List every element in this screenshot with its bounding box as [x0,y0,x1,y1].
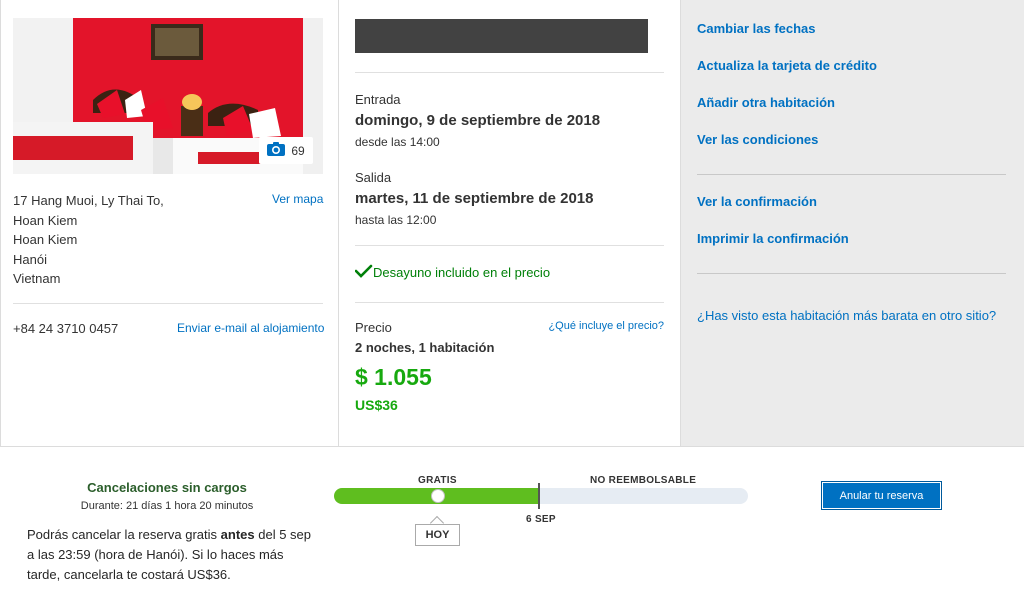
breakfast-text: Desayuno incluido en el precio [373,265,551,280]
address-line: Hoan Kiem [13,212,78,228]
policy-text-start: Podrás cancelar la reserva gratis [27,527,221,542]
cancellation-duration: Durante: 21 días 1 hora 20 minutos [80,500,254,512]
hotel-phone: +84 24 3710 0457 [13,321,119,336]
checkin-label: Entrada [355,92,401,107]
view-map-link[interactable]: Ver mapa [272,192,323,206]
address-line: Vietnam [13,271,61,286]
address-line: Hoan Kiem [13,232,78,247]
checkin-time: desde las 14:00 [355,135,440,149]
hotel-address: 17 Hang Muoi, Ly Thai To, Hoan Kiem Hoan… [13,191,164,289]
price-includes-link[interactable]: ¿Qué incluye el precio? [548,320,664,332]
today-label: HOY [415,524,460,546]
deadline-date-label: 6 SEP [526,514,556,525]
address-line: Hanói [13,251,47,267]
photo-count-text: 69 [291,143,305,158]
free-period-label: GRATIS [418,475,457,486]
camera-icon [267,142,286,159]
checkout-label: Salida [355,170,392,185]
nonrefundable-label: NO REEMBOLSABLE [590,475,697,486]
deadline-tick [538,483,540,509]
today-marker [431,489,445,503]
policy-text-bold: antes [220,527,255,542]
address-line: 17 Hang Muoi, Ly Thai To, [13,193,164,208]
cancellation-title: Cancelaciones sin cargos [87,480,247,495]
stay-summary: 2 noches, 1 habitación [355,340,495,355]
nonrefundable-bar [539,488,748,504]
add-room-link[interactable]: Añadir otra habitación [697,95,835,110]
booking-details-column: Entrada domingo, 9 de septiembre de 2018… [339,0,681,446]
price-total: $ 1.055 [355,364,432,390]
divider [697,174,1006,175]
hotel-info-column: 69 17 Hang Muoi, Ly Thai To, Hoan Kiem H… [1,0,339,446]
update-card-link[interactable]: Actualiza la tarjeta de crédito [697,58,877,73]
redacted-hotel-name [355,19,648,53]
divider [13,303,323,304]
checkout-time: hasta las 12:00 [355,213,437,227]
breakfast-included: Desayuno incluido en el precio [354,264,551,281]
photo-count-badge[interactable]: 69 [259,137,313,164]
email-property-link[interactable]: Enviar e-mail al alojamiento [177,321,324,335]
checkout-date: martes, 11 de septiembre de 2018 [355,190,594,207]
price-usd: US$36 [355,397,398,413]
divider [355,72,664,73]
print-confirmation-link[interactable]: Imprimir la confirmación [697,231,849,246]
cancellation-policy-text: Podrás cancelar la reserva gratis antes … [27,525,317,585]
view-conditions-link[interactable]: Ver las condiciones [697,132,818,147]
cheaper-elsewhere-link[interactable]: ¿Has visto esta habitación más barata en… [697,297,997,334]
booking-card: 69 17 Hang Muoi, Ly Thai To, Hoan Kiem H… [0,0,1024,447]
cancellation-section: Cancelaciones sin cargos Durante: 21 día… [0,447,1024,596]
view-confirmation-link[interactable]: Ver la confirmación [697,194,817,209]
change-dates-link[interactable]: Cambiar las fechas [697,21,816,36]
cancel-booking-button[interactable]: Anular tu reserva [821,481,942,510]
checkin-date: domingo, 9 de septiembre de 2018 [355,112,601,129]
actions-column: Cambiar las fechas Actualiza la tarjeta … [681,0,1024,446]
divider [355,302,664,303]
price-label: Precio [355,320,392,335]
divider [355,245,664,246]
checkmark-icon [354,264,373,281]
divider [697,273,1006,274]
hotel-photo[interactable]: 69 [13,18,323,174]
